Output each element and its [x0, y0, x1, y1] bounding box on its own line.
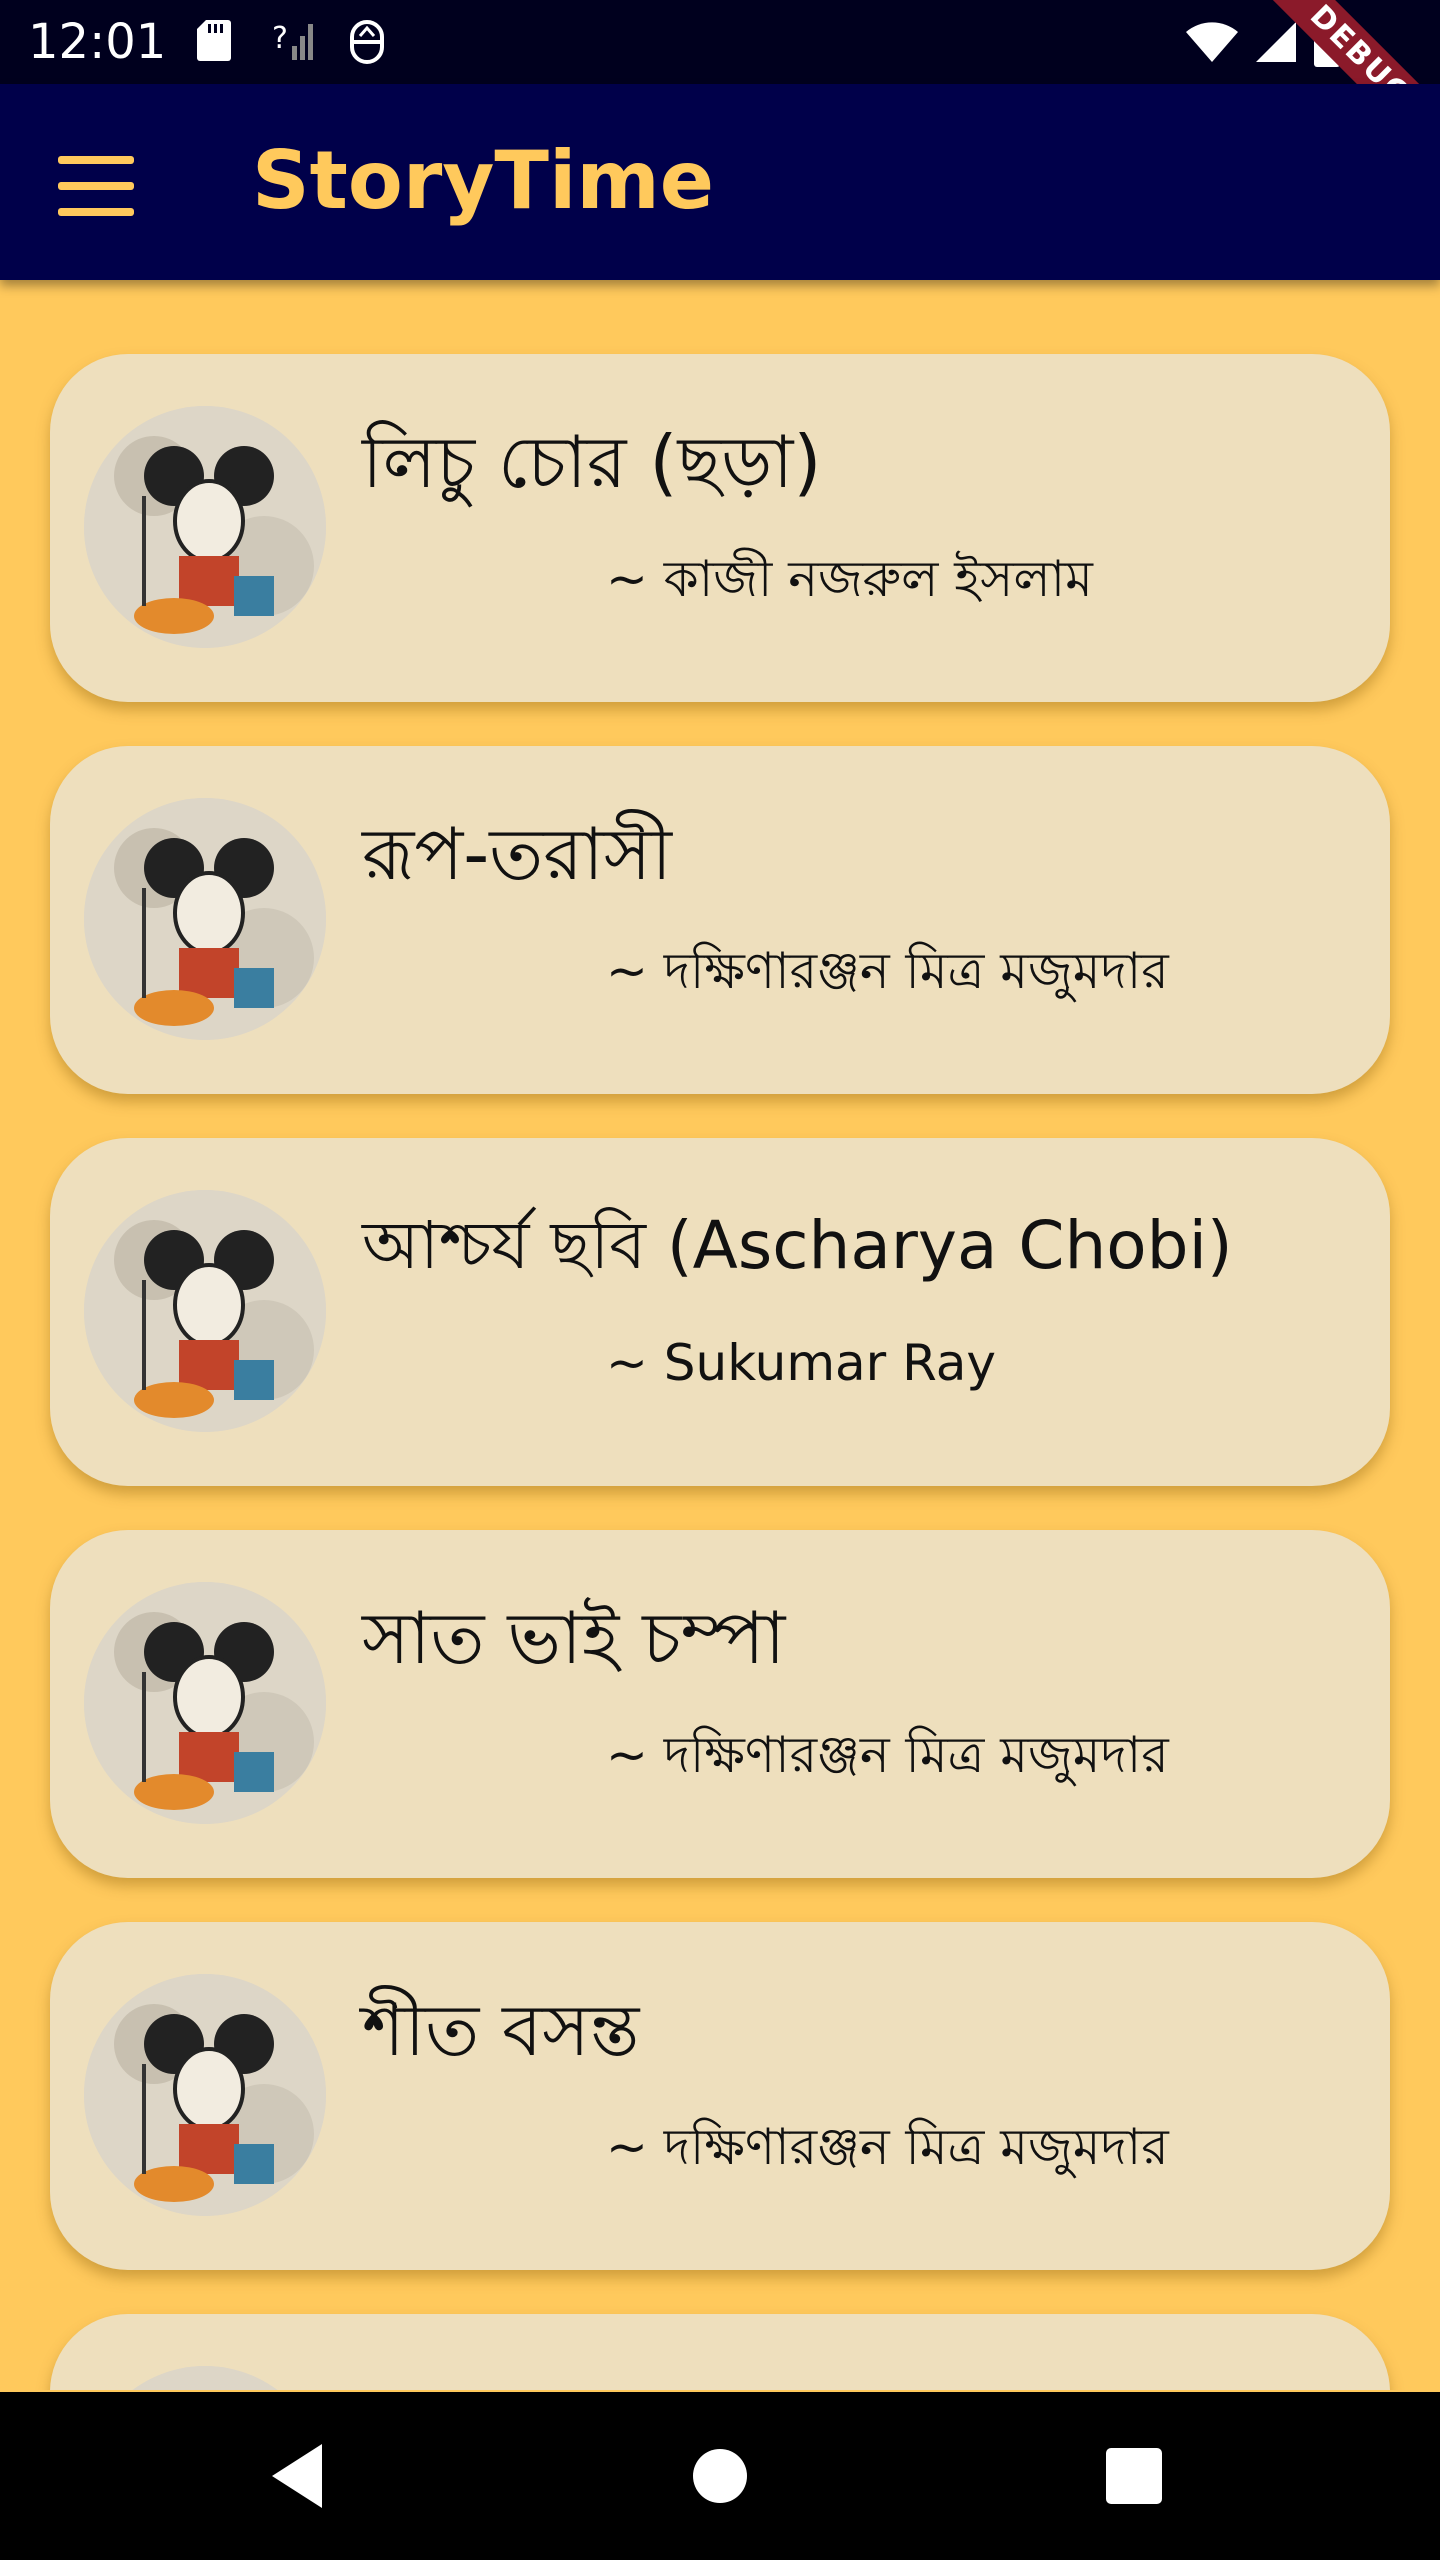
story-card[interactable]: লিচু চোর (ছড়া) ~ কাজী নজরুল ইসলাম	[50, 354, 1390, 702]
status-bar: 12:01 ? DEBUG	[0, 0, 1440, 185]
wifi-icon	[1186, 22, 1238, 62]
cell-signal-icon	[1256, 22, 1296, 62]
svg-text:?: ?	[272, 21, 288, 56]
sd-card-icon	[197, 20, 231, 61]
story-avatar	[84, 1582, 326, 1824]
story-author: ~ দক্ষিণারঞ্জন মিত্র মজুমদার	[606, 1726, 1169, 1784]
story-author: ~ দক্ষিণারঞ্জন মিত্র মজুমদার	[606, 2118, 1169, 2176]
hamburger-menu-icon[interactable]	[52, 154, 142, 224]
story-title: সাত ভাই চম্পা	[362, 1596, 786, 1680]
back-icon[interactable]	[260, 2436, 340, 2516]
story-title: আশ্চর্য ছবি (Ascharya Chobi)	[362, 1207, 1233, 1284]
home-icon[interactable]	[680, 2436, 760, 2516]
story-card[interactable]: শীত বসন্ত ~ দক্ষিণারঞ্জন মিত্র মজুমদার	[50, 1922, 1390, 2270]
recents-icon[interactable]	[1094, 2436, 1174, 2516]
story-title: শীত বসন্ত	[362, 1988, 640, 2072]
story-avatar	[84, 2366, 326, 2390]
status-time: 12:01	[28, 14, 167, 70]
story-card[interactable]: রূপ-তরাসী ~ দক্ষিণারঞ্জন মিত্র মজুমদার	[50, 746, 1390, 1094]
story-list[interactable]: লিচু চোর (ছড়া) ~ কাজী নজরুল ইসলাম রূপ-ত…	[0, 280, 1440, 2390]
story-title: রূপ-তরাসী	[362, 812, 672, 896]
story-avatar	[84, 1974, 326, 2216]
story-card[interactable]	[50, 2314, 1390, 2390]
story-author: ~ কাজী নজরুল ইসলাম	[606, 550, 1093, 608]
navigation-bar	[0, 2392, 1440, 2560]
app-title: StoryTime	[252, 134, 715, 227]
story-author: ~ দক্ষিণারঞ্জন মিত্র মজুমদার	[606, 942, 1169, 1000]
story-author: ~ Sukumar Ray	[606, 1334, 996, 1392]
story-card[interactable]: আশ্চর্য ছবি (Ascharya Chobi) ~ Sukumar R…	[50, 1138, 1390, 1486]
app-bar: StoryTime	[0, 84, 1440, 280]
no-signal-icon: ?	[272, 21, 313, 60]
story-card[interactable]: সাত ভাই চম্পা ~ দক্ষিণারঞ্জন মিত্র মজুমদ…	[50, 1530, 1390, 1878]
story-avatar	[84, 406, 326, 648]
story-avatar	[84, 1190, 326, 1432]
vpn-icon	[350, 20, 384, 64]
story-avatar	[84, 798, 326, 1040]
story-title: লিচু চোর (ছড়া)	[362, 420, 822, 504]
